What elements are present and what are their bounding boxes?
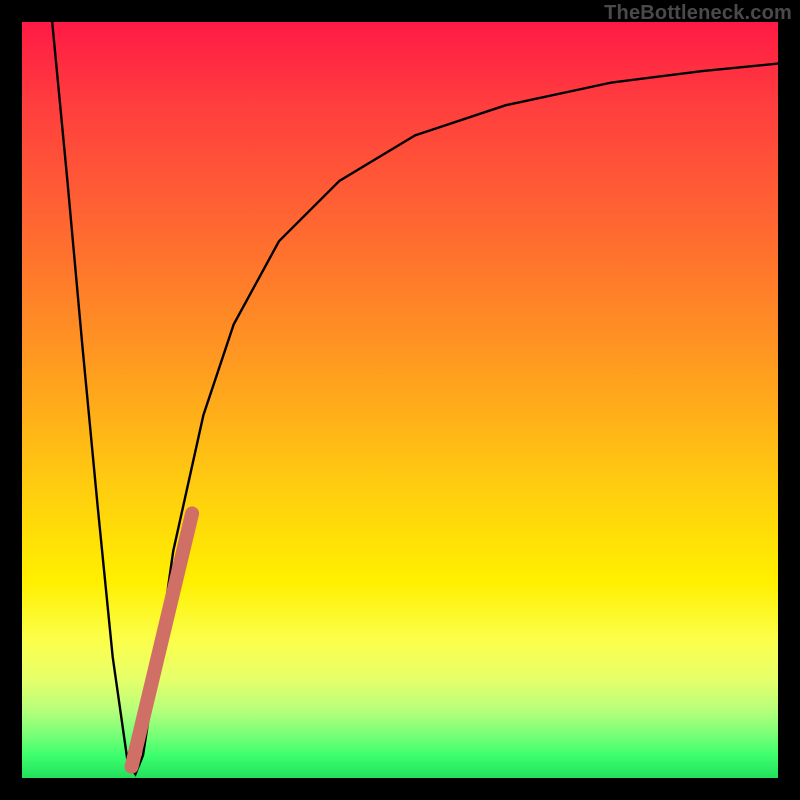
highlight-segment — [132, 513, 193, 766]
chart-plot-area — [22, 22, 778, 778]
chart-frame: TheBottleneck.com — [0, 0, 800, 800]
watermark-text: TheBottleneck.com — [604, 2, 792, 25]
chart-svg — [22, 22, 778, 778]
